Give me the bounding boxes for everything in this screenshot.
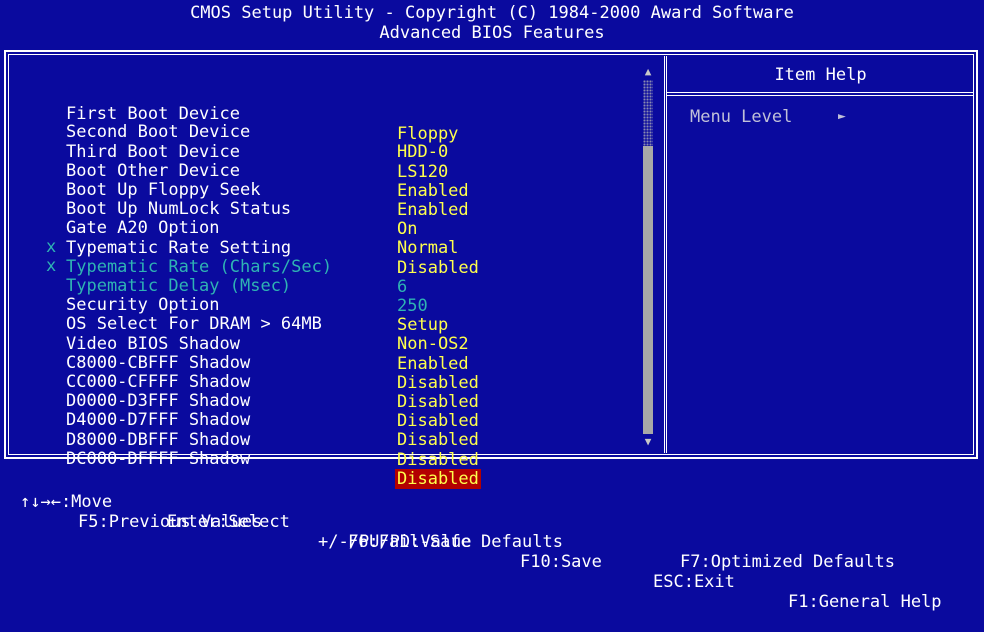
hint-failsafe-defaults: F6:Fail-Safe Defaults	[348, 532, 563, 552]
setting-row-typematic-rate: x Typematic Rate (Chars/Sec) 6	[0, 217, 640, 297]
setting-row-d8000-shadow[interactable]: D8000-DBFFF Shadow Disabled	[0, 390, 640, 470]
scroll-down-arrow-icon[interactable]: ▼	[642, 436, 654, 448]
setting-row-security-option[interactable]: Security Option Setup	[0, 255, 640, 335]
scrollbar[interactable]: ▲ ▼	[642, 66, 654, 450]
setting-row-first-boot-device[interactable]: First Boot Device Floppy	[0, 64, 640, 144]
title-bar: CMOS Setup Utility - Copyright (C) 1984-…	[0, 0, 984, 46]
hint-previous-values: F5:Previous Values	[78, 512, 263, 532]
setting-row-third-boot-device[interactable]: Third Boot Device LS120	[0, 102, 640, 182]
copyright-title: CMOS Setup Utility - Copyright (C) 1984-…	[190, 3, 794, 23]
panel-divider	[664, 56, 667, 453]
setting-row-boot-up-numlock-status[interactable]: Boot Up NumLock Status On	[0, 159, 640, 239]
setting-row-video-bios-shadow[interactable]: Video BIOS Shadow Enabled	[0, 294, 640, 374]
setting-row-cc000-shadow[interactable]: CC000-CFFFF Shadow Disabled	[0, 332, 640, 412]
scroll-track[interactable]	[643, 80, 653, 146]
setting-row-boot-other-device[interactable]: Boot Other Device Enabled	[0, 121, 640, 201]
setting-row-d0000-shadow[interactable]: D0000-D3FFF Shadow Disabled	[0, 351, 640, 431]
setting-row-typematic-rate-setting[interactable]: Typematic Rate Setting Disabled	[0, 198, 640, 278]
setting-row-second-boot-device[interactable]: Second Boot Device HDD-0	[0, 82, 640, 162]
setting-row-boot-up-floppy-seek[interactable]: Boot Up Floppy Seek Enabled	[0, 140, 640, 220]
setting-row-typematic-delay: x Typematic Delay (Msec) 250	[0, 236, 640, 316]
hint-general-help: F1:General Help	[788, 592, 942, 612]
setting-row-c8000-shadow[interactable]: C8000-CBFFF Shadow Disabled	[0, 313, 640, 393]
setting-label: D8000-DBFFF Shadow	[66, 430, 251, 450]
scroll-up-arrow-icon[interactable]: ▲	[642, 66, 654, 78]
setting-row-os-select-dram[interactable]: OS Select For DRAM > 64MB Non-OS2	[0, 274, 640, 354]
setting-value[interactable]: Disabled	[397, 430, 479, 450]
triangle-right-icon: ►	[838, 109, 846, 124]
setting-row-dc000-shadow[interactable]: DC000-DFFFF Shadow Disabled	[0, 409, 640, 489]
setting-row-gate-a20-option[interactable]: Gate A20 Option Normal	[0, 178, 640, 258]
scroll-thumb[interactable]	[643, 146, 653, 434]
key-help-bar: ↑↓→←:Move Enter:Select +/-/PU/PD:Value F…	[0, 461, 984, 612]
page-title: Advanced BIOS Features	[379, 23, 605, 43]
menu-level-label: Menu Level	[690, 107, 793, 127]
item-help-title: Item Help	[774, 65, 867, 85]
help-separator	[667, 92, 974, 96]
setting-row-d4000-shadow[interactable]: D4000-D7FFF Shadow Disabled	[0, 370, 640, 450]
hint-optimized-defaults: F7:Optimized Defaults	[680, 552, 895, 572]
